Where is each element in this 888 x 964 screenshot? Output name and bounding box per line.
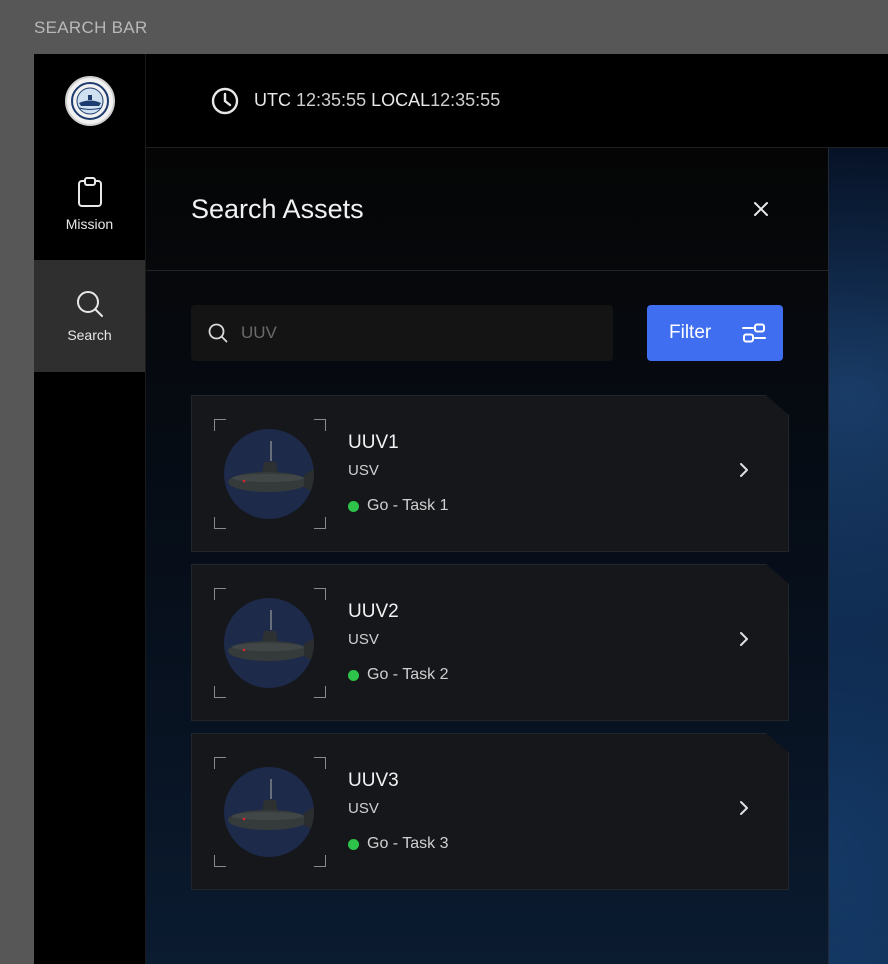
submarine-icon — [228, 778, 314, 831]
logo-area — [34, 54, 145, 148]
sidebar-item-search[interactable]: Search — [34, 260, 145, 372]
clipboard-icon — [77, 177, 102, 207]
sidebar: Mission Search — [34, 54, 146, 964]
close-icon — [754, 202, 768, 216]
status-dot — [348, 500, 359, 512]
utc-time: 12:35:55 — [296, 90, 367, 110]
utc-label: UTC — [254, 90, 291, 110]
sidebar-item-label: Search — [67, 327, 112, 343]
asset-name: UUV1 — [348, 432, 399, 453]
asset-status: Go - Task 2 — [348, 666, 449, 684]
asset-name: UUV3 — [348, 770, 399, 791]
clock-icon — [211, 87, 239, 114]
seal-icon — [70, 82, 109, 120]
asset-name: UUV2 — [348, 601, 399, 622]
submarine-image — [224, 428, 314, 519]
search-box[interactable] — [191, 305, 613, 361]
asset-list: UUV1 USV Go - Task 1 UUV2 USV Go - Task … — [146, 361, 828, 890]
chevron-right-icon[interactable] — [738, 631, 750, 647]
search-icon — [76, 291, 103, 317]
search-assets-panel: Search Assets Filter — [146, 148, 829, 964]
asset-type: USV — [348, 631, 379, 648]
asset-info: UUV2 USV Go - Task 2 — [348, 601, 449, 684]
app-window: Mission Search UTC 12:35:55 LOCAL12:35:5… — [34, 54, 888, 964]
asset-type: USV — [348, 462, 379, 479]
filter-button-label: Filter — [669, 322, 712, 343]
panel-title: Search Assets — [191, 193, 364, 224]
asset-status: Go - Task 1 — [348, 497, 449, 515]
topbar: UTC 12:35:55 LOCAL12:35:55 — [146, 54, 888, 148]
submarine-icon — [228, 609, 314, 662]
asset-info: UUV3 USV Go - Task 3 — [348, 770, 449, 853]
filter-button[interactable]: Filter — [647, 305, 783, 361]
asset-type: USV — [348, 800, 379, 817]
time-readout: UTC 12:35:55 LOCAL12:35:55 — [254, 90, 500, 111]
asset-info: UUV1 USV Go - Task 1 — [348, 432, 449, 515]
asset-card[interactable]: UUV3 USV Go - Task 3 — [191, 733, 789, 890]
status-text: Go - Task 2 — [367, 666, 449, 683]
submarine-image — [224, 597, 314, 688]
frame-label: SEARCH BAR — [34, 18, 148, 37]
close-button[interactable] — [752, 200, 770, 218]
search-icon — [208, 323, 228, 343]
local-label: LOCAL — [371, 90, 431, 110]
submarine-icon — [228, 440, 314, 493]
logo — [64, 76, 115, 126]
asset-card[interactable]: UUV2 USV Go - Task 2 — [191, 564, 789, 721]
status-text: Go - Task 3 — [367, 835, 449, 852]
local-time: 12:35:55 — [430, 90, 501, 110]
search-input[interactable] — [241, 323, 581, 343]
submarine-image — [224, 766, 314, 857]
panel-header: Search Assets — [146, 148, 828, 271]
asset-thumbnail — [214, 418, 326, 529]
chevron-right-icon[interactable] — [738, 462, 750, 478]
chevron-right-icon[interactable] — [738, 800, 750, 816]
sliders-icon — [742, 323, 766, 343]
asset-thumbnail — [214, 756, 326, 867]
status-dot — [348, 669, 359, 681]
asset-thumbnail — [214, 587, 326, 698]
asset-status: Go - Task 3 — [348, 835, 449, 853]
search-row: Filter — [146, 271, 828, 361]
status-text: Go - Task 1 — [367, 497, 449, 514]
asset-card[interactable]: UUV1 USV Go - Task 1 — [191, 395, 789, 552]
sidebar-item-mission[interactable]: Mission — [34, 148, 145, 260]
status-dot — [348, 838, 359, 850]
sidebar-item-label: Mission — [65, 216, 114, 232]
